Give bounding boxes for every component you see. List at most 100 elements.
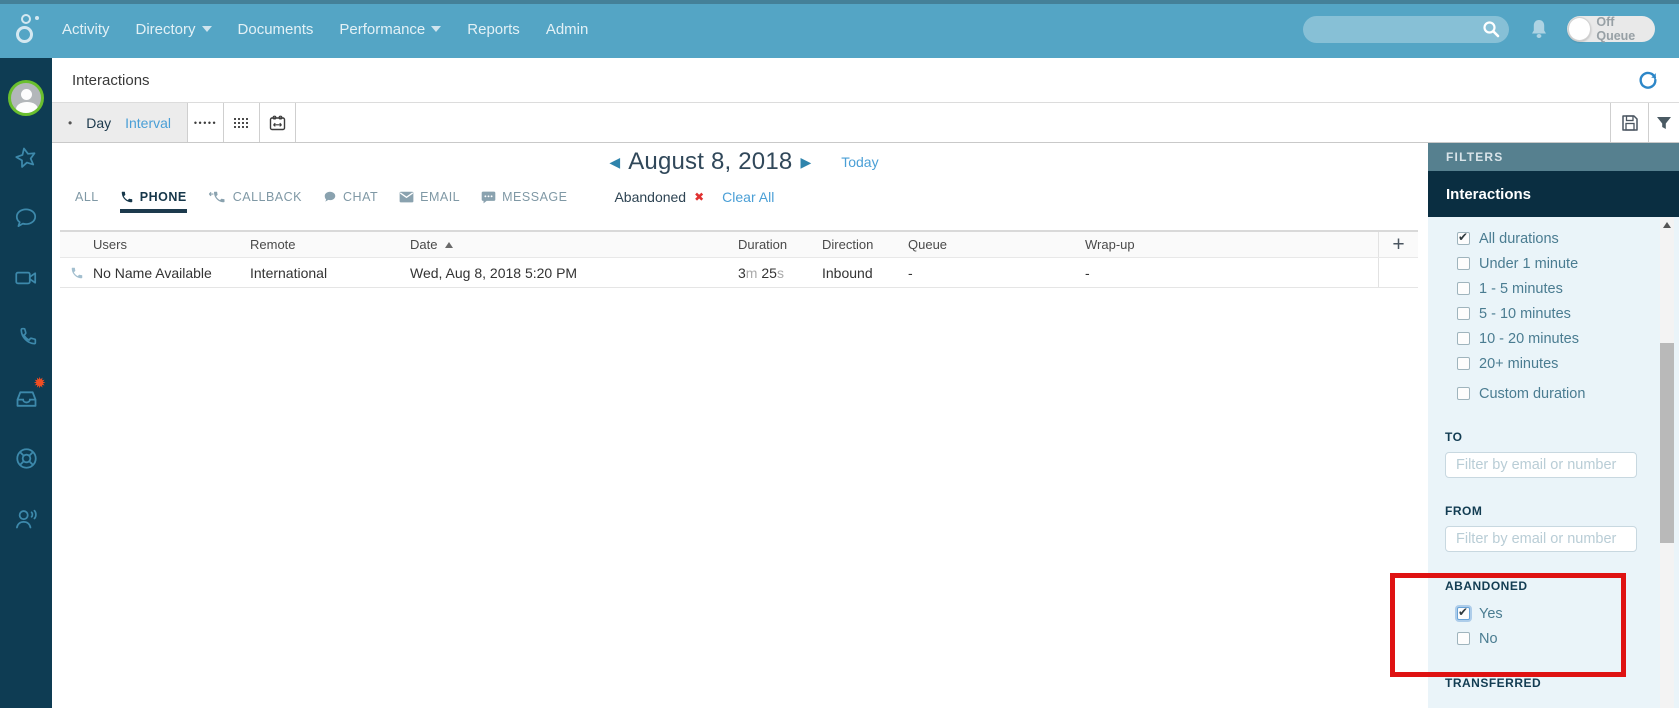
scroll-up-button[interactable] [1660, 217, 1674, 233]
inbox-icon[interactable]: ✹ [8, 376, 46, 416]
abandoned-label: ABANDONED [1445, 579, 1528, 593]
from-filter-input[interactable] [1445, 526, 1637, 552]
title-row: Interactions [52, 58, 1679, 103]
filter-1-5-minutes[interactable]: 1 - 5 minutes [1457, 276, 1655, 301]
checkbox[interactable] [1457, 257, 1470, 270]
checkbox[interactable] [1457, 307, 1470, 320]
checkbox-checked[interactable] [1457, 230, 1470, 245]
tab-email[interactable]: EMAIL [399, 181, 460, 213]
cell-remote: International [250, 264, 328, 281]
search-icon[interactable] [1482, 20, 1500, 38]
col-remote[interactable]: Remote [250, 237, 410, 252]
to-filter-input[interactable] [1445, 452, 1637, 478]
filter-all-durations[interactable]: All durations [1457, 226, 1655, 251]
support-target-icon[interactable] [8, 440, 44, 476]
speaking-person-icon[interactable] [8, 500, 44, 536]
avatar [8, 80, 44, 116]
today-link[interactable]: Today [841, 154, 878, 170]
col-wrapup[interactable]: Wrap-up [1085, 237, 1378, 252]
cell-direction: Inbound [822, 264, 873, 281]
checkbox[interactable] [1457, 332, 1470, 345]
abandoned-no[interactable]: No [1457, 626, 1655, 651]
cell-duration: 3m 25s [738, 264, 784, 281]
col-direction[interactable]: Direction [822, 237, 908, 252]
chat-icon[interactable] [8, 200, 44, 236]
tab-chat[interactable]: CHAT [323, 181, 378, 213]
dots-row-view-button[interactable]: ••••• [188, 103, 225, 142]
nav-performance[interactable]: Performance [339, 21, 442, 38]
clear-all-link[interactable]: Clear All [722, 189, 774, 205]
notifications-bell-icon[interactable] [1529, 18, 1549, 40]
panel-scrollbar[interactable] [1660, 217, 1674, 708]
abandoned-yes[interactable]: Yes [1457, 601, 1655, 626]
refresh-icon[interactable] [1637, 69, 1659, 91]
prev-day-icon[interactable]: ◀ [601, 154, 628, 171]
filters-section-title: Interactions [1428, 171, 1679, 217]
tab-phone[interactable]: PHONE [120, 181, 187, 213]
dots-grid-icon [233, 116, 251, 129]
nav-documents[interactable]: Documents [238, 21, 314, 38]
col-duration[interactable]: Duration [738, 237, 822, 252]
checkbox[interactable] [1457, 387, 1470, 400]
filters-body: All durations Under 1 minute 1 - 5 minut… [1428, 217, 1679, 708]
table-header: Users Remote Date Duration Direction Que… [60, 230, 1418, 258]
table-row[interactable]: No Name Available International Wed, Aug… [60, 258, 1418, 288]
interactions-content: ◀ August 8, 2018 ▶ Today ALL PHONE CALLB… [52, 143, 1428, 708]
view-day[interactable]: Day [86, 115, 111, 131]
filter-toggle-button[interactable] [1648, 103, 1679, 142]
filter-10-20-minutes[interactable]: 10 - 20 minutes [1457, 326, 1655, 351]
checkbox-checked[interactable] [1457, 605, 1470, 620]
video-icon[interactable] [8, 260, 44, 296]
dots-grid-view-button[interactable] [224, 103, 261, 142]
favorites-star-icon[interactable] [8, 140, 44, 176]
col-users[interactable]: Users [93, 237, 250, 252]
scrollbar-thumb[interactable] [1660, 343, 1674, 543]
tab-callback[interactable]: CALLBACK [208, 181, 302, 213]
call-type-icon [71, 267, 82, 278]
main-area: Interactions • Day Interval ••••• ◀ Augu… [52, 58, 1679, 708]
nav-directory[interactable]: Directory [136, 21, 212, 38]
calendar-button[interactable] [260, 103, 297, 142]
global-search [1303, 15, 1509, 43]
col-queue[interactable]: Queue [908, 237, 1085, 252]
checkbox[interactable] [1457, 282, 1470, 295]
nav-activity[interactable]: Activity [62, 21, 110, 38]
filter-funnel-icon [1657, 116, 1671, 129]
nav-reports[interactable]: Reports [467, 21, 520, 38]
to-label: TO [1445, 430, 1463, 444]
filter-5-10-minutes[interactable]: 5 - 10 minutes [1457, 301, 1655, 326]
dots-row-icon: ••••• [193, 117, 218, 128]
phone-icon[interactable] [8, 320, 44, 356]
cell-date: Wed, Aug 8, 2018 5:20 PM [410, 264, 578, 281]
tab-all[interactable]: ALL [75, 181, 99, 213]
filter-custom-duration[interactable]: Custom duration [1457, 381, 1655, 406]
filters-panel-header: FILTERS [1428, 143, 1679, 171]
save-filter-button[interactable] [1610, 103, 1648, 142]
message-bubble-icon [481, 191, 496, 203]
add-column-button[interactable]: + [1378, 232, 1418, 257]
checkbox[interactable] [1457, 357, 1470, 370]
filter-under-1-minute[interactable]: Under 1 minute [1457, 251, 1655, 276]
callback-icon [208, 191, 225, 203]
tab-message[interactable]: MESSAGE [481, 181, 567, 213]
profile-avatar[interactable] [8, 80, 44, 116]
nav-admin[interactable]: Admin [546, 21, 589, 38]
toggle-knob[interactable] [1568, 17, 1592, 41]
remove-filter-icon[interactable]: ✖ [694, 190, 704, 204]
search-input[interactable] [1303, 15, 1509, 43]
app-logo-icon[interactable] [12, 10, 46, 48]
scroll-up-icon [1663, 222, 1671, 228]
view-switcher: • Day Interval [52, 103, 189, 142]
notification-badge-icon: ✹ [33, 375, 46, 392]
filter-20-plus-minutes[interactable]: 20+ minutes [1457, 351, 1655, 376]
current-date: August 8, 2018 [628, 148, 793, 175]
from-label: FROM [1445, 504, 1483, 518]
applied-filter-chip: Abandoned ✖ Clear All [614, 181, 774, 205]
checkbox[interactable] [1457, 632, 1470, 645]
off-queue-toggle[interactable]: Off Queue [1567, 15, 1655, 43]
media-type-tabs: ALL PHONE CALLBACK CHAT EMAIL MESSAGE Ab… [52, 181, 1428, 219]
next-day-icon[interactable]: ▶ [792, 154, 819, 171]
cell-wrapup: - [1085, 264, 1090, 281]
col-date[interactable]: Date [410, 237, 738, 252]
view-interval[interactable]: Interval [125, 115, 171, 131]
